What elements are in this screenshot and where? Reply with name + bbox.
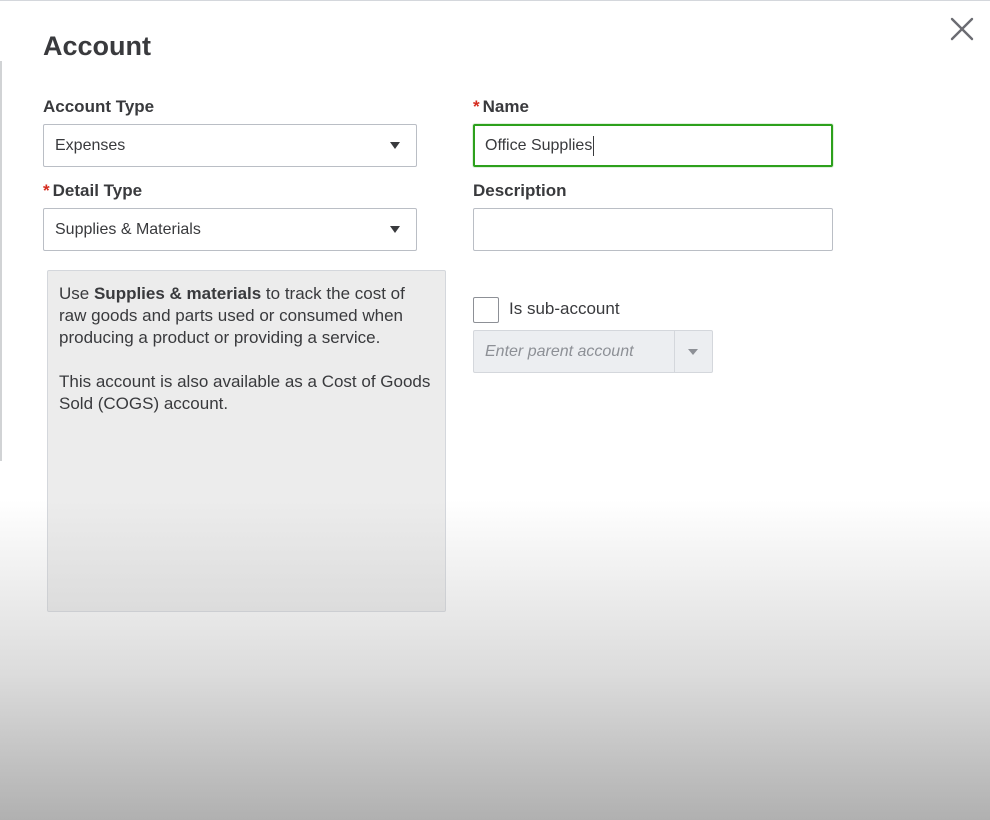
- required-marker: *: [473, 97, 480, 116]
- chevron-down-icon: [688, 349, 698, 355]
- account-dialog: Account Account Type Expenses * Name Offi…: [0, 0, 990, 820]
- dialog-title: Account: [43, 31, 151, 61]
- close-icon: [950, 17, 974, 41]
- help-text: Use: [59, 284, 94, 303]
- name-input-value: Office Supplies: [485, 137, 593, 154]
- chevron-down-icon: [390, 226, 400, 233]
- chevron-down-icon: [390, 142, 400, 149]
- select-divider: [674, 331, 675, 372]
- sub-account-checkbox[interactable]: [473, 297, 499, 323]
- dialog-left-edge: [0, 61, 2, 461]
- description-label: Description: [473, 181, 567, 201]
- name-label-text: Name: [482, 97, 529, 116]
- close-button[interactable]: [946, 13, 978, 45]
- text-cursor: [593, 135, 595, 156]
- help-paragraph-1: Use Supplies & materials to track the co…: [59, 283, 434, 349]
- required-marker: *: [43, 181, 50, 200]
- account-type-label: Account Type: [43, 97, 154, 117]
- parent-account-placeholder: Enter parent account: [485, 343, 634, 360]
- detail-type-label: * Detail Type: [43, 181, 142, 201]
- detail-type-help-panel: Use Supplies & materials to track the co…: [47, 270, 446, 612]
- parent-account-select[interactable]: Enter parent account: [473, 330, 713, 373]
- account-type-value: Expenses: [55, 137, 126, 154]
- detail-type-label-text: Detail Type: [52, 181, 143, 200]
- sub-account-label[interactable]: Is sub-account: [509, 299, 620, 319]
- account-type-select[interactable]: Expenses: [43, 124, 417, 167]
- description-label-text: Description: [473, 181, 567, 200]
- description-input[interactable]: [473, 208, 833, 251]
- name-label: * Name: [473, 97, 529, 117]
- detail-type-select[interactable]: Supplies & Materials: [43, 208, 417, 251]
- detail-type-value: Supplies & Materials: [55, 221, 201, 238]
- help-paragraph-2: This account is also available as a Cost…: [59, 372, 431, 413]
- help-bold-term: Supplies & materials: [93, 284, 262, 303]
- account-type-label-text: Account Type: [43, 97, 155, 116]
- name-input[interactable]: Office Supplies: [473, 124, 833, 167]
